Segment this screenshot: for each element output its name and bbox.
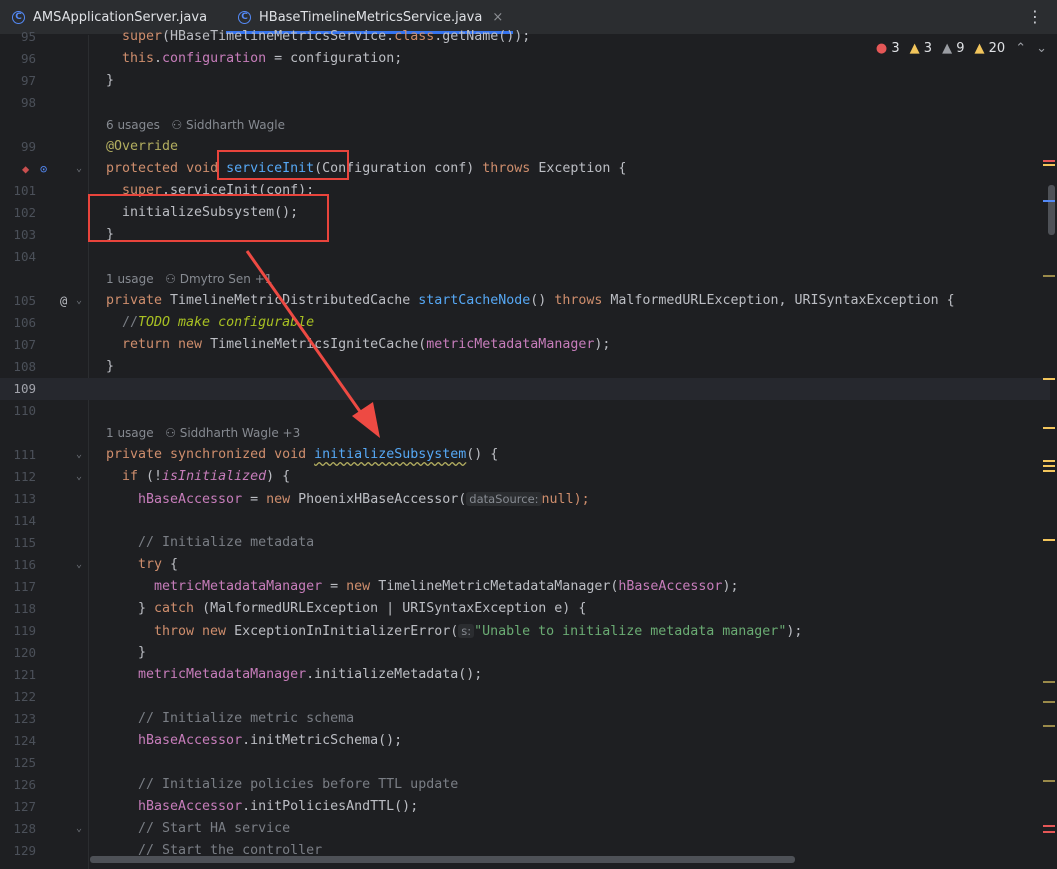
annotation-arrow [245, 250, 380, 438]
arrow-shaft [245, 250, 368, 421]
